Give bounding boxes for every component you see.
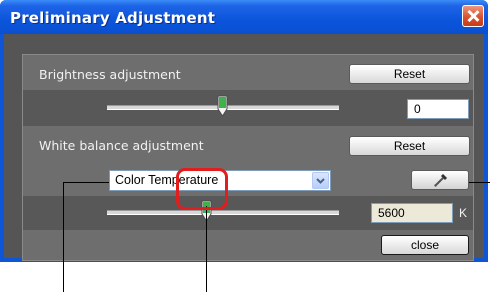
white-balance-unit-label: K	[459, 206, 468, 220]
white-balance-value-field[interactable]: 5600	[371, 203, 453, 223]
brightness-slider-thumb[interactable]	[217, 95, 228, 117]
slider-highlight-ring	[176, 168, 228, 210]
eyedropper-button[interactable]	[411, 170, 469, 190]
dialog-window: Preliminary Adjustment Brightness adjust…	[0, 0, 488, 262]
callout-line-slider	[206, 206, 207, 292]
white-balance-slider-track	[107, 210, 339, 215]
white-balance-label: White balance adjustment	[39, 138, 204, 153]
brightness-slider[interactable]	[107, 94, 339, 120]
callout-line-mode-horizontal	[63, 182, 109, 183]
white-balance-reset-button[interactable]: Reset	[349, 136, 470, 156]
footer-row: close	[23, 230, 473, 261]
callout-line-mode-vertical	[63, 182, 64, 292]
callout-line-eyedropper	[469, 182, 490, 183]
window-title: Preliminary Adjustment	[10, 9, 216, 27]
adjustment-panel: Brightness adjustment Reset 0 White bala…	[22, 54, 474, 261]
brightness-label: Brightness adjustment	[39, 67, 181, 82]
chevron-down-icon[interactable]	[312, 172, 329, 189]
window-close-button[interactable]	[462, 5, 484, 27]
white-balance-slider-row: 5600 K	[23, 196, 473, 230]
brightness-slider-row: 0	[23, 90, 473, 126]
brightness-header-row: Brightness adjustment Reset	[23, 55, 473, 90]
white-balance-header-row: White balance adjustment Reset	[23, 126, 473, 162]
white-balance-mode-row: Color Temperature	[23, 162, 473, 196]
close-button[interactable]: close	[381, 235, 469, 255]
title-bar[interactable]: Preliminary Adjustment	[0, 0, 488, 34]
dialog-client-area: Brightness adjustment Reset 0 White bala…	[4, 34, 484, 261]
eyedropper-icon	[434, 173, 448, 187]
brightness-reset-button[interactable]: Reset	[349, 64, 470, 84]
brightness-value-field[interactable]: 0	[407, 99, 469, 119]
